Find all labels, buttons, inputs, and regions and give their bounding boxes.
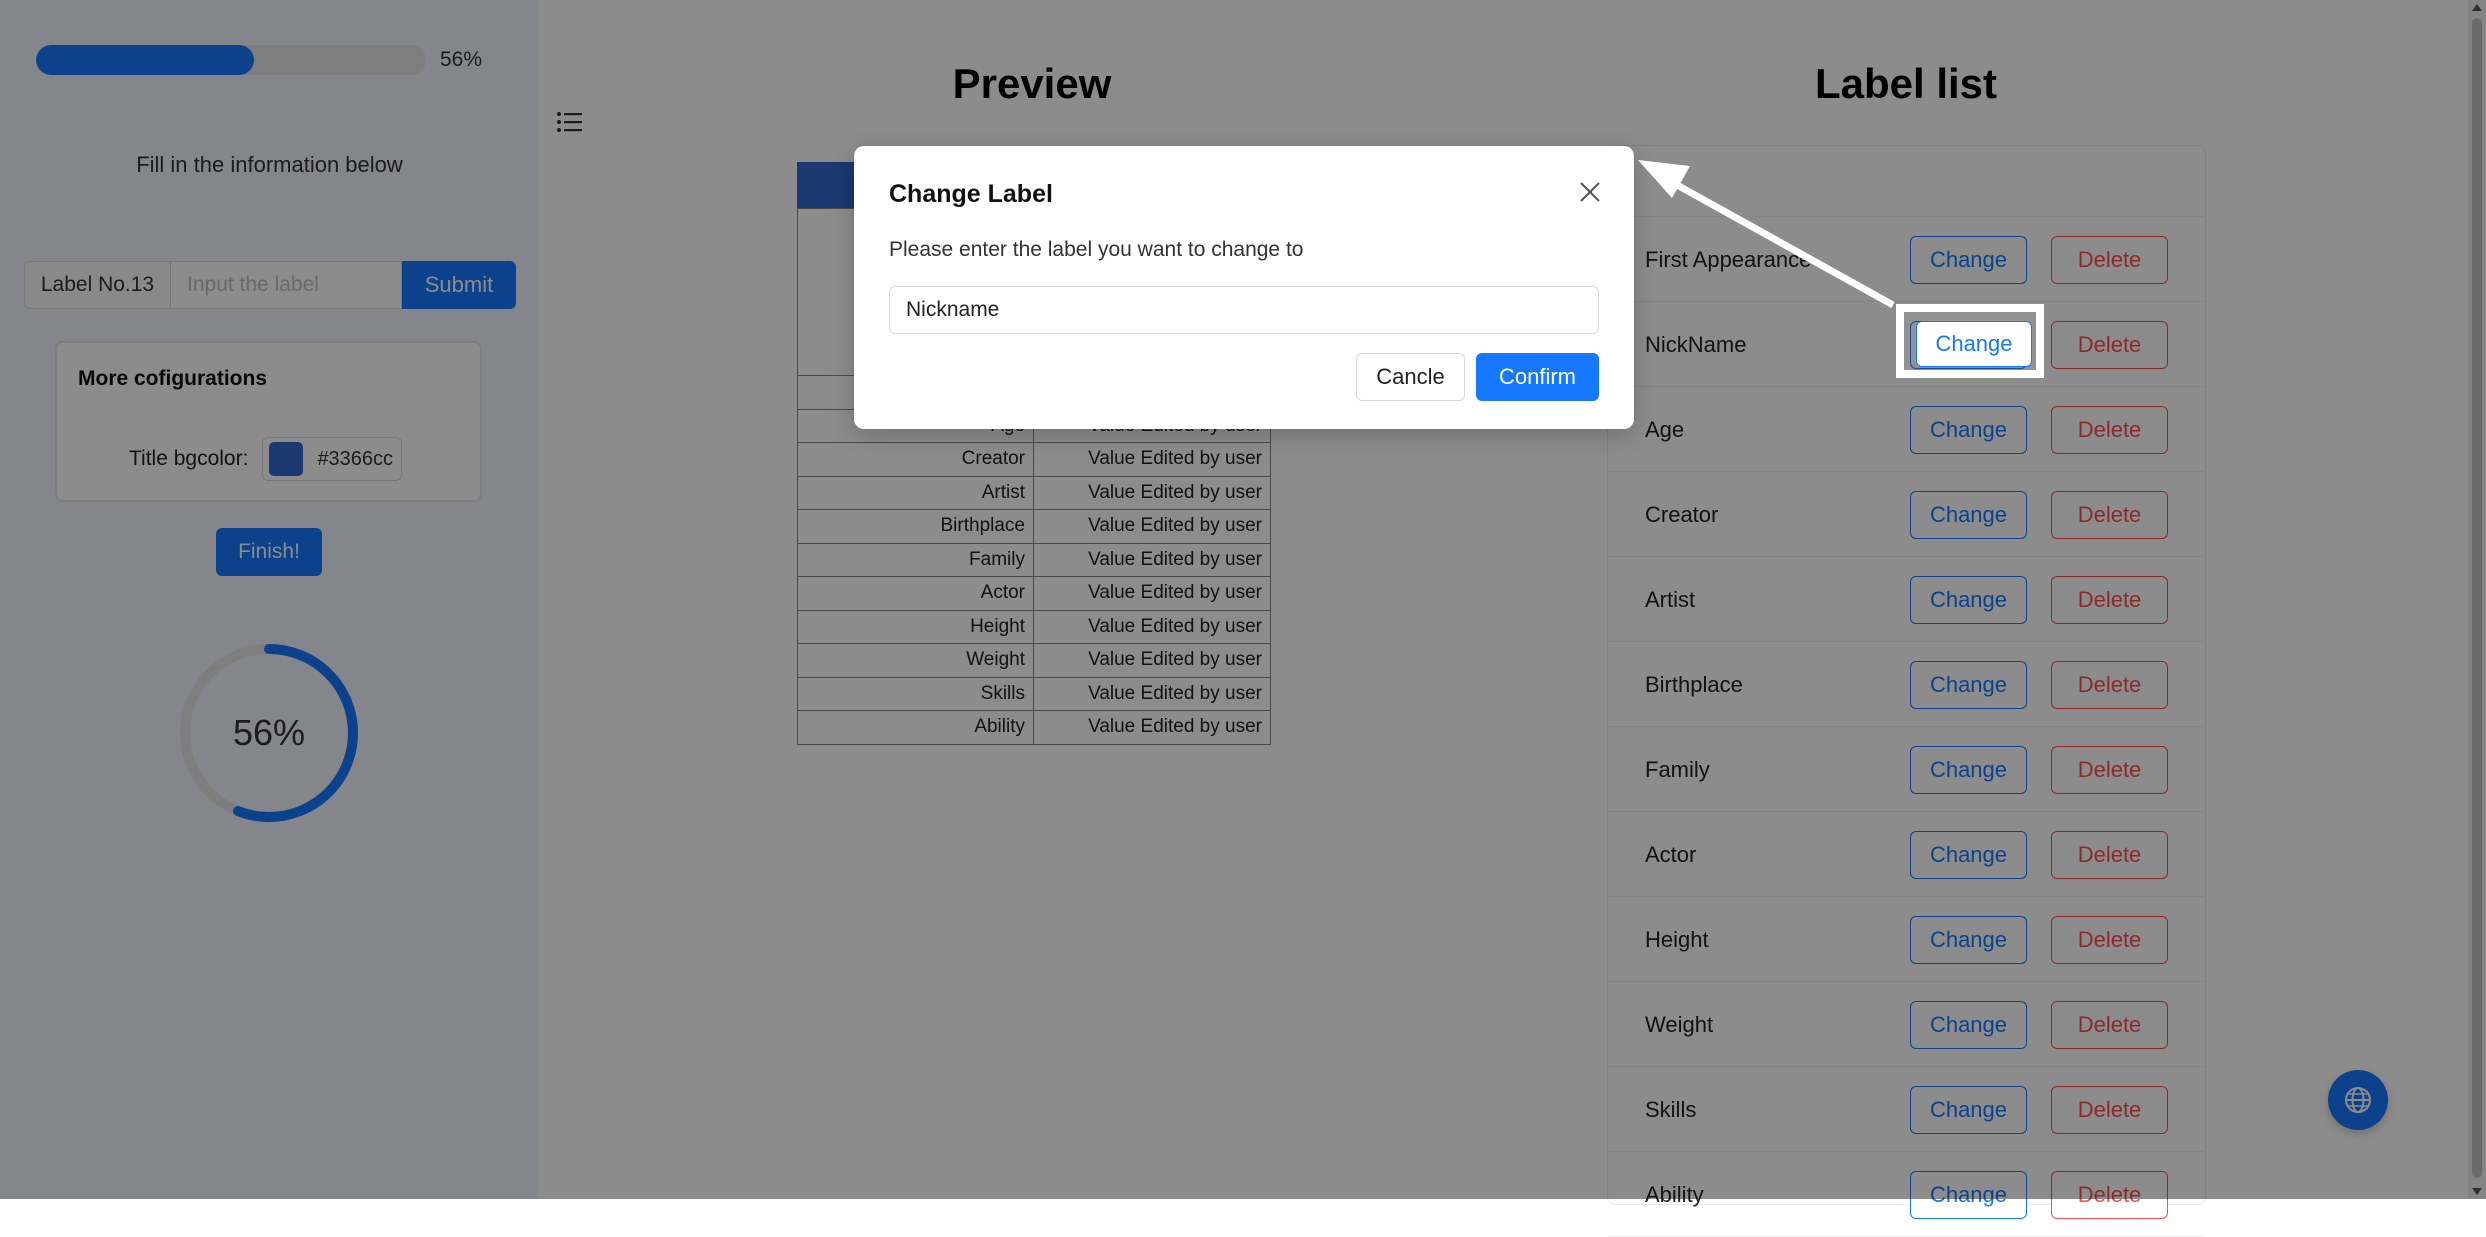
highlighted-change-button[interactable]: Change [1916, 321, 2032, 367]
change-label-modal: Change Label Please enter the label you … [854, 146, 1634, 429]
cancel-button[interactable]: Cancle [1356, 353, 1465, 401]
modal-description: Please enter the label you want to chang… [889, 238, 1304, 261]
modal-close-button[interactable] [1572, 174, 1608, 210]
highlight-frame: Change [1896, 304, 2044, 378]
close-icon [1580, 182, 1600, 202]
modal-title: Change Label [889, 180, 1053, 208]
confirm-button[interactable]: Confirm [1476, 353, 1599, 401]
new-label-input[interactable] [889, 286, 1599, 334]
